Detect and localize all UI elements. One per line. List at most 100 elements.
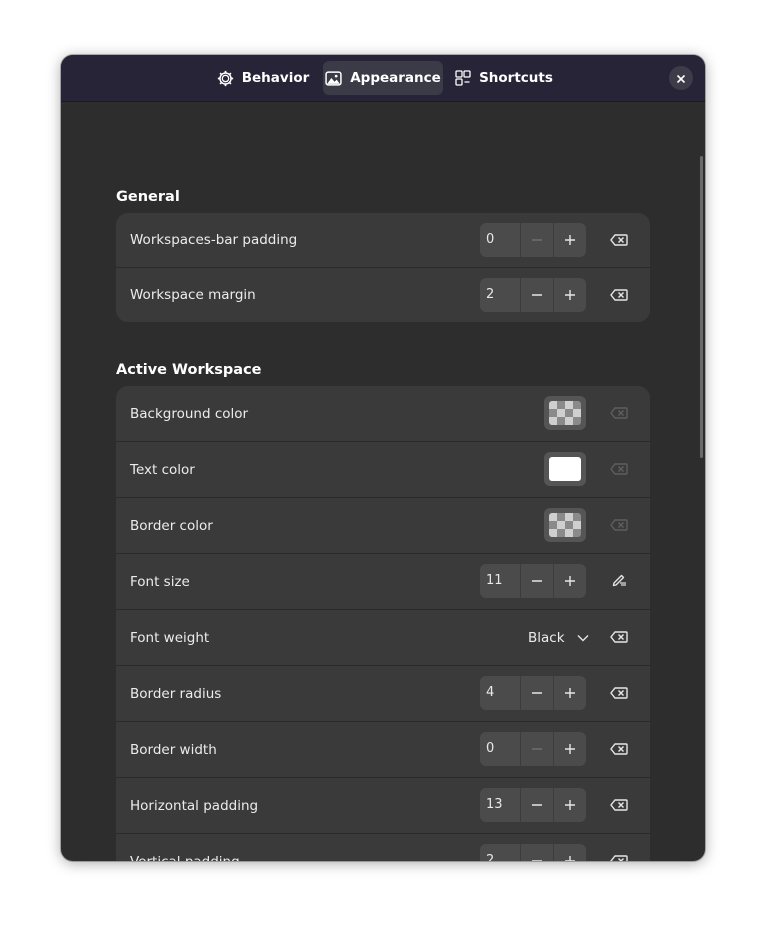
row-label: Font weight	[130, 629, 210, 646]
reset-button[interactable]	[606, 778, 632, 833]
increment-button[interactable]	[553, 223, 586, 257]
scrollbar[interactable]	[700, 156, 703, 458]
decrement-button[interactable]	[520, 278, 553, 312]
row-label: Vertical padding	[130, 834, 240, 862]
reset-button[interactable]	[606, 722, 632, 777]
preferences-content: General Workspaces-bar padding 0 Workspa…	[61, 102, 705, 861]
backspace-icon	[610, 516, 628, 535]
reset-button[interactable]	[606, 442, 632, 497]
image-icon	[325, 70, 342, 86]
plus-icon	[564, 740, 576, 759]
tab-shortcuts-label: Shortcuts	[479, 70, 553, 86]
decrement-button[interactable]	[520, 676, 553, 710]
increment-button[interactable]	[553, 844, 586, 861]
gear-icon	[217, 70, 234, 87]
plus-icon	[564, 796, 576, 815]
increment-button[interactable]	[553, 676, 586, 710]
tab-appearance-label: Appearance	[350, 70, 441, 86]
color-button[interactable]	[544, 508, 586, 542]
spin-button: 2	[480, 278, 586, 312]
tab-behavior-label: Behavior	[241, 70, 310, 86]
shortcuts-icon	[455, 70, 471, 86]
spin-value[interactable]: 13	[480, 788, 520, 822]
spin-value[interactable]: 2	[480, 278, 520, 312]
section-title-active-workspace: Active Workspace	[116, 362, 262, 378]
decrement-button[interactable]	[520, 788, 553, 822]
white-swatch	[549, 457, 581, 481]
row-label: Workspaces-bar padding	[130, 232, 298, 248]
color-button[interactable]	[544, 396, 586, 430]
spin-button: 4	[480, 676, 586, 710]
reset-button[interactable]	[606, 666, 632, 721]
tab-behavior[interactable]: Behavior	[209, 61, 317, 95]
increment-button[interactable]	[553, 564, 586, 598]
spin-button: 0	[480, 732, 586, 766]
row-background-color: Background color	[116, 386, 650, 442]
reset-button[interactable]	[606, 834, 632, 861]
row-horizontal-padding: Horizontal padding 13	[116, 778, 650, 834]
row-workspace-margin: Workspace margin 2	[116, 268, 650, 322]
chevron-down-icon	[577, 630, 589, 646]
decrement-button[interactable]	[520, 223, 553, 257]
reset-button[interactable]	[606, 268, 632, 322]
decrement-button[interactable]	[520, 844, 553, 861]
tab-appearance[interactable]: Appearance	[323, 61, 443, 95]
minus-icon	[531, 796, 543, 815]
row-label: Workspace margin	[130, 287, 256, 303]
row-font-size: Font size 11	[116, 554, 650, 610]
spin-value[interactable]: 0	[480, 732, 520, 766]
row-label: Border color	[130, 517, 213, 534]
increment-button[interactable]	[553, 732, 586, 766]
minus-icon	[531, 231, 543, 250]
reset-button[interactable]	[606, 610, 632, 665]
spin-value[interactable]: 0	[480, 223, 520, 257]
section-title-general: General	[116, 189, 180, 205]
close-button[interactable]	[669, 66, 693, 90]
spin-value[interactable]: 4	[480, 676, 520, 710]
increment-button[interactable]	[553, 278, 586, 312]
row-workspaces-bar-padding: Workspaces-bar padding 0	[116, 213, 650, 268]
backspace-icon	[610, 628, 628, 647]
spin-button: 13	[480, 788, 586, 822]
row-text-color: Text color	[116, 442, 650, 498]
backspace-icon	[610, 231, 628, 250]
decrement-button[interactable]	[520, 564, 553, 598]
edit-button[interactable]	[606, 554, 632, 609]
plus-icon	[564, 572, 576, 591]
transparent-swatch	[549, 513, 581, 537]
decrement-button[interactable]	[520, 732, 553, 766]
minus-icon	[531, 740, 543, 759]
spin-value[interactable]: 2	[480, 844, 520, 861]
reset-button[interactable]	[606, 498, 632, 553]
color-button[interactable]	[544, 452, 586, 486]
tab-shortcuts[interactable]: Shortcuts	[454, 61, 554, 95]
reset-button[interactable]	[606, 213, 632, 267]
reset-button[interactable]	[606, 386, 632, 441]
backspace-icon	[610, 684, 628, 703]
preferences-window: Behavior Appearance Shortcuts General Wo…	[61, 55, 705, 861]
spin-button: 2	[480, 844, 586, 861]
row-label: Border radius	[130, 685, 222, 702]
row-font-weight: Font weight Black	[116, 610, 650, 666]
spin-value[interactable]: 11	[480, 564, 520, 598]
backspace-icon	[610, 852, 628, 861]
row-border-radius: Border radius 4	[116, 666, 650, 722]
row-label: Background color	[130, 405, 249, 422]
backspace-icon	[610, 460, 628, 479]
increment-button[interactable]	[553, 788, 586, 822]
active-workspace-group: Background color Text color Border color…	[116, 386, 650, 861]
font-weight-dropdown[interactable]: Black	[528, 610, 589, 665]
plus-icon	[564, 231, 576, 250]
spin-button: 0	[480, 223, 586, 257]
plus-icon	[564, 852, 576, 861]
plus-icon	[564, 684, 576, 703]
transparent-swatch	[549, 401, 581, 425]
minus-icon	[531, 684, 543, 703]
row-label: Font size	[130, 573, 190, 590]
minus-icon	[531, 286, 543, 305]
backspace-icon	[610, 740, 628, 759]
row-label: Horizontal padding	[130, 797, 259, 814]
spin-button: 11	[480, 564, 586, 598]
close-icon	[676, 69, 686, 88]
minus-icon	[531, 852, 543, 861]
